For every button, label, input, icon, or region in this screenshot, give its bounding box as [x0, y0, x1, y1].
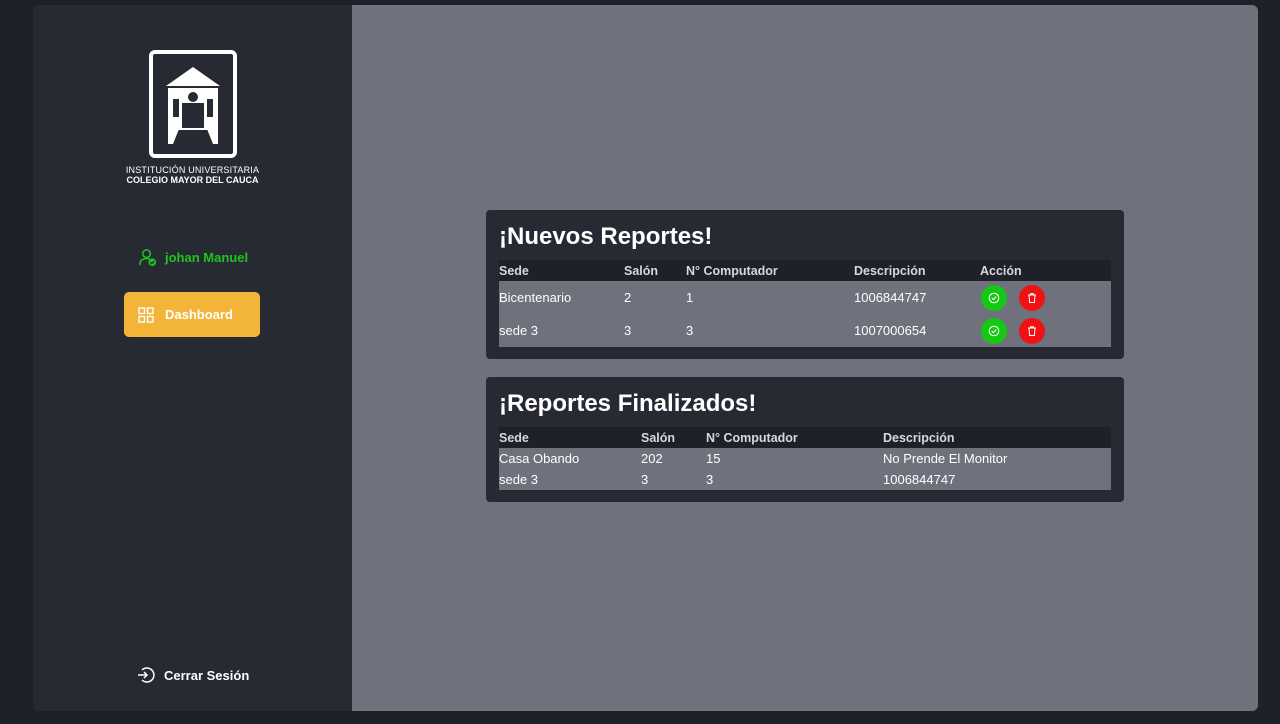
table-header-row: Sede Salón N° Computador Descripción Acc…: [499, 260, 1111, 281]
check-circle-icon: [988, 292, 1000, 303]
new-reports-title: ¡Nuevos Reportes!: [499, 223, 713, 250]
cell-salon: 2: [624, 290, 632, 305]
logout-label: Cerrar Sesión: [164, 667, 250, 683]
column-header: Acción: [980, 263, 1022, 278]
delete-button[interactable]: [1019, 284, 1045, 311]
table-header-row: Sede Salón N° Computador Descripción: [499, 427, 1111, 448]
institution-logo-icon: [148, 50, 237, 158]
cell-computador: 3: [706, 472, 714, 487]
delete-button[interactable]: [1019, 317, 1045, 344]
column-header: Descripción: [883, 430, 955, 445]
cell-salon: 202: [641, 451, 663, 466]
column-header: N° Computador: [686, 263, 778, 278]
cell-computador: 3: [686, 323, 694, 338]
column-header: N° Computador: [706, 430, 798, 445]
trash-icon: [1028, 292, 1036, 303]
cell-descripcion: 1006844747: [883, 472, 956, 487]
main-content: ¡Nuevos Reportes! Sede Salón N° Computad…: [352, 5, 1258, 711]
cell-salon: 3: [624, 323, 632, 338]
cell-actions: [980, 281, 1111, 314]
new-reports-card: ¡Nuevos Reportes! Sede Salón N° Computad…: [486, 210, 1124, 359]
approve-button[interactable]: [981, 284, 1007, 311]
table-row: Bicentenario 2 1 1006844747: [499, 281, 1111, 314]
sidebar: INSTITUCIÓN UNIVERSITARIA COLEGIO MAYOR …: [33, 5, 352, 711]
cell-descripcion: 1007000654: [854, 323, 927, 338]
finished-reports-title: ¡Reportes Finalizados!: [499, 390, 757, 417]
new-reports-table: Sede Salón N° Computador Descripción Acc…: [499, 260, 1111, 347]
nav-dashboard-button[interactable]: Dashboard: [124, 292, 260, 337]
cell-actions: [980, 314, 1111, 347]
logo-line-1: INSTITUCIÓN UNIVERSITARIA: [125, 165, 260, 175]
trash-icon: [1028, 325, 1036, 336]
cell-sede: sede 3: [499, 323, 539, 338]
cell-sede: sede 3: [499, 472, 539, 487]
table-row: sede 3 3 3 1006844747: [499, 469, 1111, 490]
approve-button[interactable]: [981, 317, 1007, 344]
cell-sede: Casa Obando: [499, 451, 580, 466]
user-profile[interactable]: johan Manuel: [138, 248, 248, 267]
cell-computador: 15: [706, 451, 721, 466]
column-header: Descripción: [854, 263, 926, 278]
column-header: Sede: [499, 263, 529, 278]
column-header: Sede: [499, 430, 529, 445]
logo-line-2: COLEGIO MAYOR DEL CAUCA: [126, 175, 259, 185]
cell-computador: 1: [686, 290, 694, 305]
institution-logo: INSTITUCIÓN UNIVERSITARIA COLEGIO MAYOR …: [33, 49, 352, 185]
app-window: INSTITUCIÓN UNIVERSITARIA COLEGIO MAYOR …: [33, 5, 1258, 711]
user-check-icon: [139, 249, 157, 267]
cell-sede: Bicentenario: [499, 290, 572, 305]
cell-descripcion: No Prende El Monitor: [883, 451, 1008, 466]
finished-reports-table: Sede Salón N° Computador Descripción Cas…: [499, 427, 1111, 490]
dashboard-grid-icon: [138, 306, 154, 323]
finished-reports-card: ¡Reportes Finalizados! Sede Salón N° Com…: [486, 377, 1124, 502]
cell-descripcion: 1006844747: [854, 290, 927, 305]
column-header: Salón: [641, 430, 676, 445]
column-header: Salón: [624, 263, 659, 278]
check-circle-icon: [988, 325, 1000, 336]
user-name: johan Manuel: [165, 250, 249, 265]
table-row: sede 3 3 3 1007000654: [499, 314, 1111, 347]
nav-dashboard-label: Dashboard: [165, 307, 233, 322]
cell-salon: 3: [641, 472, 649, 487]
logout-button[interactable]: Cerrar Sesión: [137, 666, 249, 684]
table-row: Casa Obando 202 15 No Prende El Monitor: [499, 448, 1111, 469]
logout-icon: [138, 667, 155, 683]
